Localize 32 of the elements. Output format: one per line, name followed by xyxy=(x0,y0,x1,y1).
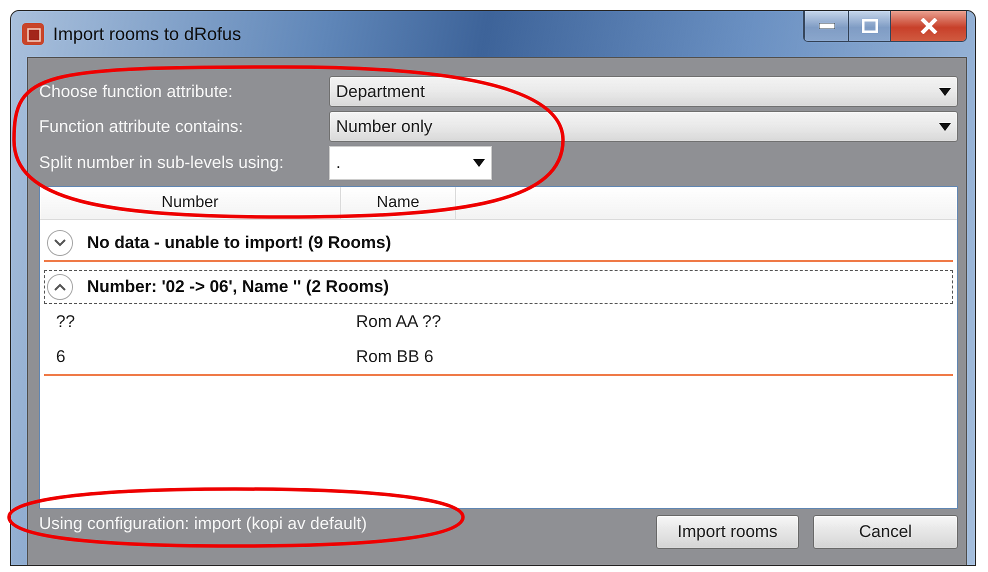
import-button[interactable]: Import rooms xyxy=(656,515,799,549)
table-cell-text: 6 xyxy=(55,346,66,366)
maximize-button[interactable] xyxy=(848,11,890,41)
close-button[interactable] xyxy=(890,11,966,41)
window-title: Import rooms to dRofus xyxy=(53,24,242,44)
app-icon xyxy=(21,22,45,46)
column-header[interactable]: Number xyxy=(40,187,341,219)
dropdown[interactable]: Department xyxy=(329,76,958,107)
maximize-icon xyxy=(862,19,878,33)
caret-icon xyxy=(939,88,951,96)
editable-combo-box[interactable]: . xyxy=(329,146,492,180)
table-cell-text: Rom BB 6 xyxy=(355,346,434,366)
close-icon xyxy=(920,18,938,34)
field-label: Choose function attribute: xyxy=(39,82,234,102)
caret-icon xyxy=(473,159,485,167)
configuration-status: Using configuration: import (kopi av default) xyxy=(39,514,368,534)
cancel-button[interactable]: Cancel xyxy=(813,515,958,549)
table-cell-text: Rom AA ?? xyxy=(355,312,442,332)
chevron-up-icon xyxy=(54,283,66,291)
minimize-button[interactable] xyxy=(804,11,848,41)
expand-toggle[interactable] xyxy=(47,274,73,300)
field-label: Function attribute contains: xyxy=(39,116,244,136)
column-header[interactable]: Name xyxy=(341,187,456,219)
group-header[interactable]: Number: '02 -> 06', Name '' (2 Rooms) xyxy=(44,270,953,304)
dropdown[interactable]: Number only xyxy=(329,111,958,142)
field-label: Split number in sub-levels using: xyxy=(39,153,285,173)
table-cell-text: ?? xyxy=(55,312,76,332)
expand-toggle[interactable] xyxy=(47,230,73,256)
minimize-icon xyxy=(818,23,834,29)
chevron-down-icon xyxy=(54,239,66,247)
group-header[interactable]: No data - unable to import! (9 Rooms) xyxy=(44,226,953,260)
caret-icon xyxy=(939,122,951,130)
